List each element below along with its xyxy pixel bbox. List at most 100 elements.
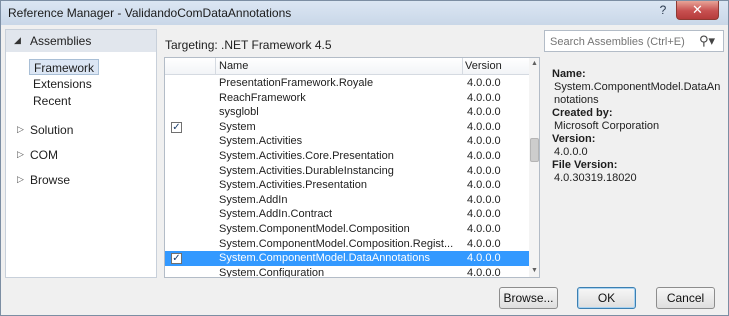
close-button[interactable]: ✕ (676, 1, 719, 20)
window-title: Reference Manager - ValidandoComDataAnno… (8, 6, 292, 20)
details-file-version-value: 4.0.30319.18020 (554, 172, 637, 184)
row-version: 4.0.0.0 (467, 135, 501, 148)
row-name: sysglobl (219, 106, 259, 119)
row-checkbox[interactable] (171, 195, 182, 206)
scroll-down-arrow-icon[interactable]: ▼ (529, 265, 539, 277)
search-icon[interactable]: ⚲▾ (699, 33, 715, 49)
collapsed-arrow-icon[interactable]: ▷ (17, 174, 24, 185)
search-input[interactable] (550, 34, 695, 49)
column-header-version[interactable]: Version (465, 60, 527, 74)
assembly-list: Name Version PresentationFramework.Royal… (164, 57, 540, 278)
details-created-label: Created by: (552, 107, 613, 119)
search-box[interactable]: ⚲▾ (544, 30, 724, 52)
row-version: 4.0.0.0 (467, 208, 501, 221)
cancel-button[interactable]: Cancel (656, 287, 715, 309)
sidebar-item-solution[interactable]: ▷ Solution (6, 121, 156, 139)
row-version: 4.0.0.0 (467, 77, 501, 89)
list-rows: PresentationFramework.Royale 4.0.0.0 Reac… (165, 76, 529, 278)
row-name: ReachFramework (219, 91, 306, 104)
dialog-content: ◢ Assemblies Framework Extensions Recent… (1, 25, 728, 315)
row-version: 4.0.0.0 (467, 149, 501, 162)
row-version: 4.0.0.0 (467, 120, 501, 133)
row-version: 4.0.0.0 (467, 237, 501, 250)
scroll-up-arrow-icon[interactable]: ▲ (529, 58, 539, 70)
column-header-name[interactable]: Name (219, 60, 463, 74)
row-version: 4.0.0.0 (467, 252, 501, 265)
table-row[interactable]: System.ComponentModel.Composition 4.0.0.0 (165, 222, 529, 237)
details-version-label: Version: (552, 133, 596, 145)
details-name-value: System.ComponentModel.DataAnnotations (554, 81, 721, 106)
table-row[interactable]: PresentationFramework.Royale 4.0.0.0 (165, 76, 529, 91)
row-checkbox[interactable] (171, 93, 182, 104)
table-row[interactable]: System.Activities.Presentation 4.0.0.0 (165, 178, 529, 193)
row-name: System.ComponentModel.Composition (219, 222, 410, 235)
row-name: System (219, 120, 256, 133)
sidebar-item-extensions[interactable]: Extensions (29, 76, 96, 92)
table-row[interactable]: System.Activities.Core.Presentation 4.0.0… (165, 149, 529, 164)
row-name: System.ComponentModel.DataAnnotations (219, 252, 430, 265)
details-name-label: Name: (552, 68, 586, 80)
row-name: System.Activities.Core.Presentation (219, 149, 394, 162)
details-created-value: Microsoft Corporation (554, 120, 660, 132)
row-checkbox[interactable] (171, 166, 182, 177)
row-checkbox[interactable] (171, 209, 182, 220)
table-row[interactable]: System.Activities.DurableInstancing 4.0.0… (165, 164, 529, 179)
row-name: System.AddIn.Contract (219, 208, 333, 221)
sidebar-item-browse[interactable]: ▷ Browse (6, 171, 156, 189)
vertical-scrollbar[interactable]: ▲ ▼ (529, 58, 539, 277)
row-name: System.Activities (219, 135, 303, 148)
row-checkbox-checked[interactable]: ✓ (171, 121, 182, 133)
column-divider[interactable] (215, 58, 216, 75)
scroll-thumb[interactable] (530, 138, 539, 162)
sidebar-item-com[interactable]: ▷ COM (6, 146, 156, 164)
row-version: 4.0.0.0 (467, 106, 501, 119)
row-checkbox-checked[interactable]: ✓ (171, 253, 182, 265)
table-row-selected[interactable]: ✓ System.ComponentModel.DataAnnotations 4.… (165, 251, 529, 266)
row-checkbox[interactable] (171, 151, 182, 162)
help-button[interactable]: ? (654, 2, 672, 19)
sidebar: ◢ Assemblies Framework Extensions Recent… (5, 29, 157, 278)
row-version: 4.0.0.0 (467, 193, 501, 206)
row-checkbox[interactable] (171, 78, 182, 89)
details-file-version-label: File Version: (552, 159, 618, 171)
list-header: Name Version (165, 58, 529, 75)
targeting-label: Targeting: .NET Framework 4.5 (165, 38, 332, 52)
expanded-arrow-icon[interactable]: ◢ (14, 35, 21, 46)
row-version: 4.0.0.0 (467, 164, 501, 177)
details-panel: Name: System.ComponentModel.DataAnnotati… (552, 68, 724, 185)
table-row[interactable]: sysglobl 4.0.0.0 (165, 105, 529, 120)
sidebar-header-assemblies[interactable]: ◢ Assemblies (6, 30, 156, 52)
row-checkbox[interactable] (171, 136, 182, 147)
table-row[interactable]: System.AddIn.Contract 4.0.0.0 (165, 207, 529, 222)
column-divider[interactable] (462, 58, 463, 75)
table-row[interactable]: System.Activities 4.0.0.0 (165, 134, 529, 149)
collapsed-arrow-icon[interactable]: ▷ (17, 149, 24, 160)
collapsed-arrow-icon[interactable]: ▷ (17, 124, 24, 135)
row-checkbox[interactable] (171, 224, 182, 235)
row-checkbox[interactable] (171, 268, 182, 277)
row-version: 4.0.0.0 (467, 266, 501, 278)
sidebar-item-recent[interactable]: Recent (29, 93, 75, 109)
details-version-value: 4.0.0.0 (554, 146, 588, 158)
row-checkbox[interactable] (171, 239, 182, 250)
table-row[interactable]: ReachFramework 4.0.0.0 (165, 91, 529, 106)
row-version: 4.0.0.0 (467, 222, 501, 235)
row-name: System.Activities.DurableInstancing (219, 164, 394, 177)
row-version: 4.0.0.0 (467, 91, 501, 104)
table-row[interactable]: System.AddIn 4.0.0.0 (165, 193, 529, 208)
row-checkbox[interactable] (171, 180, 182, 191)
table-row[interactable]: System.Configuration 4.0.0.0 (165, 266, 529, 278)
ok-button[interactable]: OK (577, 287, 636, 309)
row-checkbox[interactable] (171, 107, 182, 118)
row-name: System.Activities.Presentation (219, 179, 367, 192)
sidebar-item-framework[interactable]: Framework (29, 59, 100, 75)
row-version: 4.0.0.0 (467, 179, 501, 192)
title-bar: Reference Manager - ValidandoComDataAnno… (1, 1, 728, 25)
row-name: System.AddIn (219, 193, 288, 206)
row-name: PresentationFramework.Royale (219, 77, 374, 89)
browse-button[interactable]: Browse... (499, 287, 558, 309)
table-row[interactable]: System.ComponentModel.Composition.Regist… (165, 237, 529, 252)
row-name: System.Configuration (219, 266, 325, 278)
table-row[interactable]: ✓ System 4.0.0.0 (165, 120, 529, 135)
reference-manager-window: Reference Manager - ValidandoComDataAnno… (0, 0, 729, 316)
